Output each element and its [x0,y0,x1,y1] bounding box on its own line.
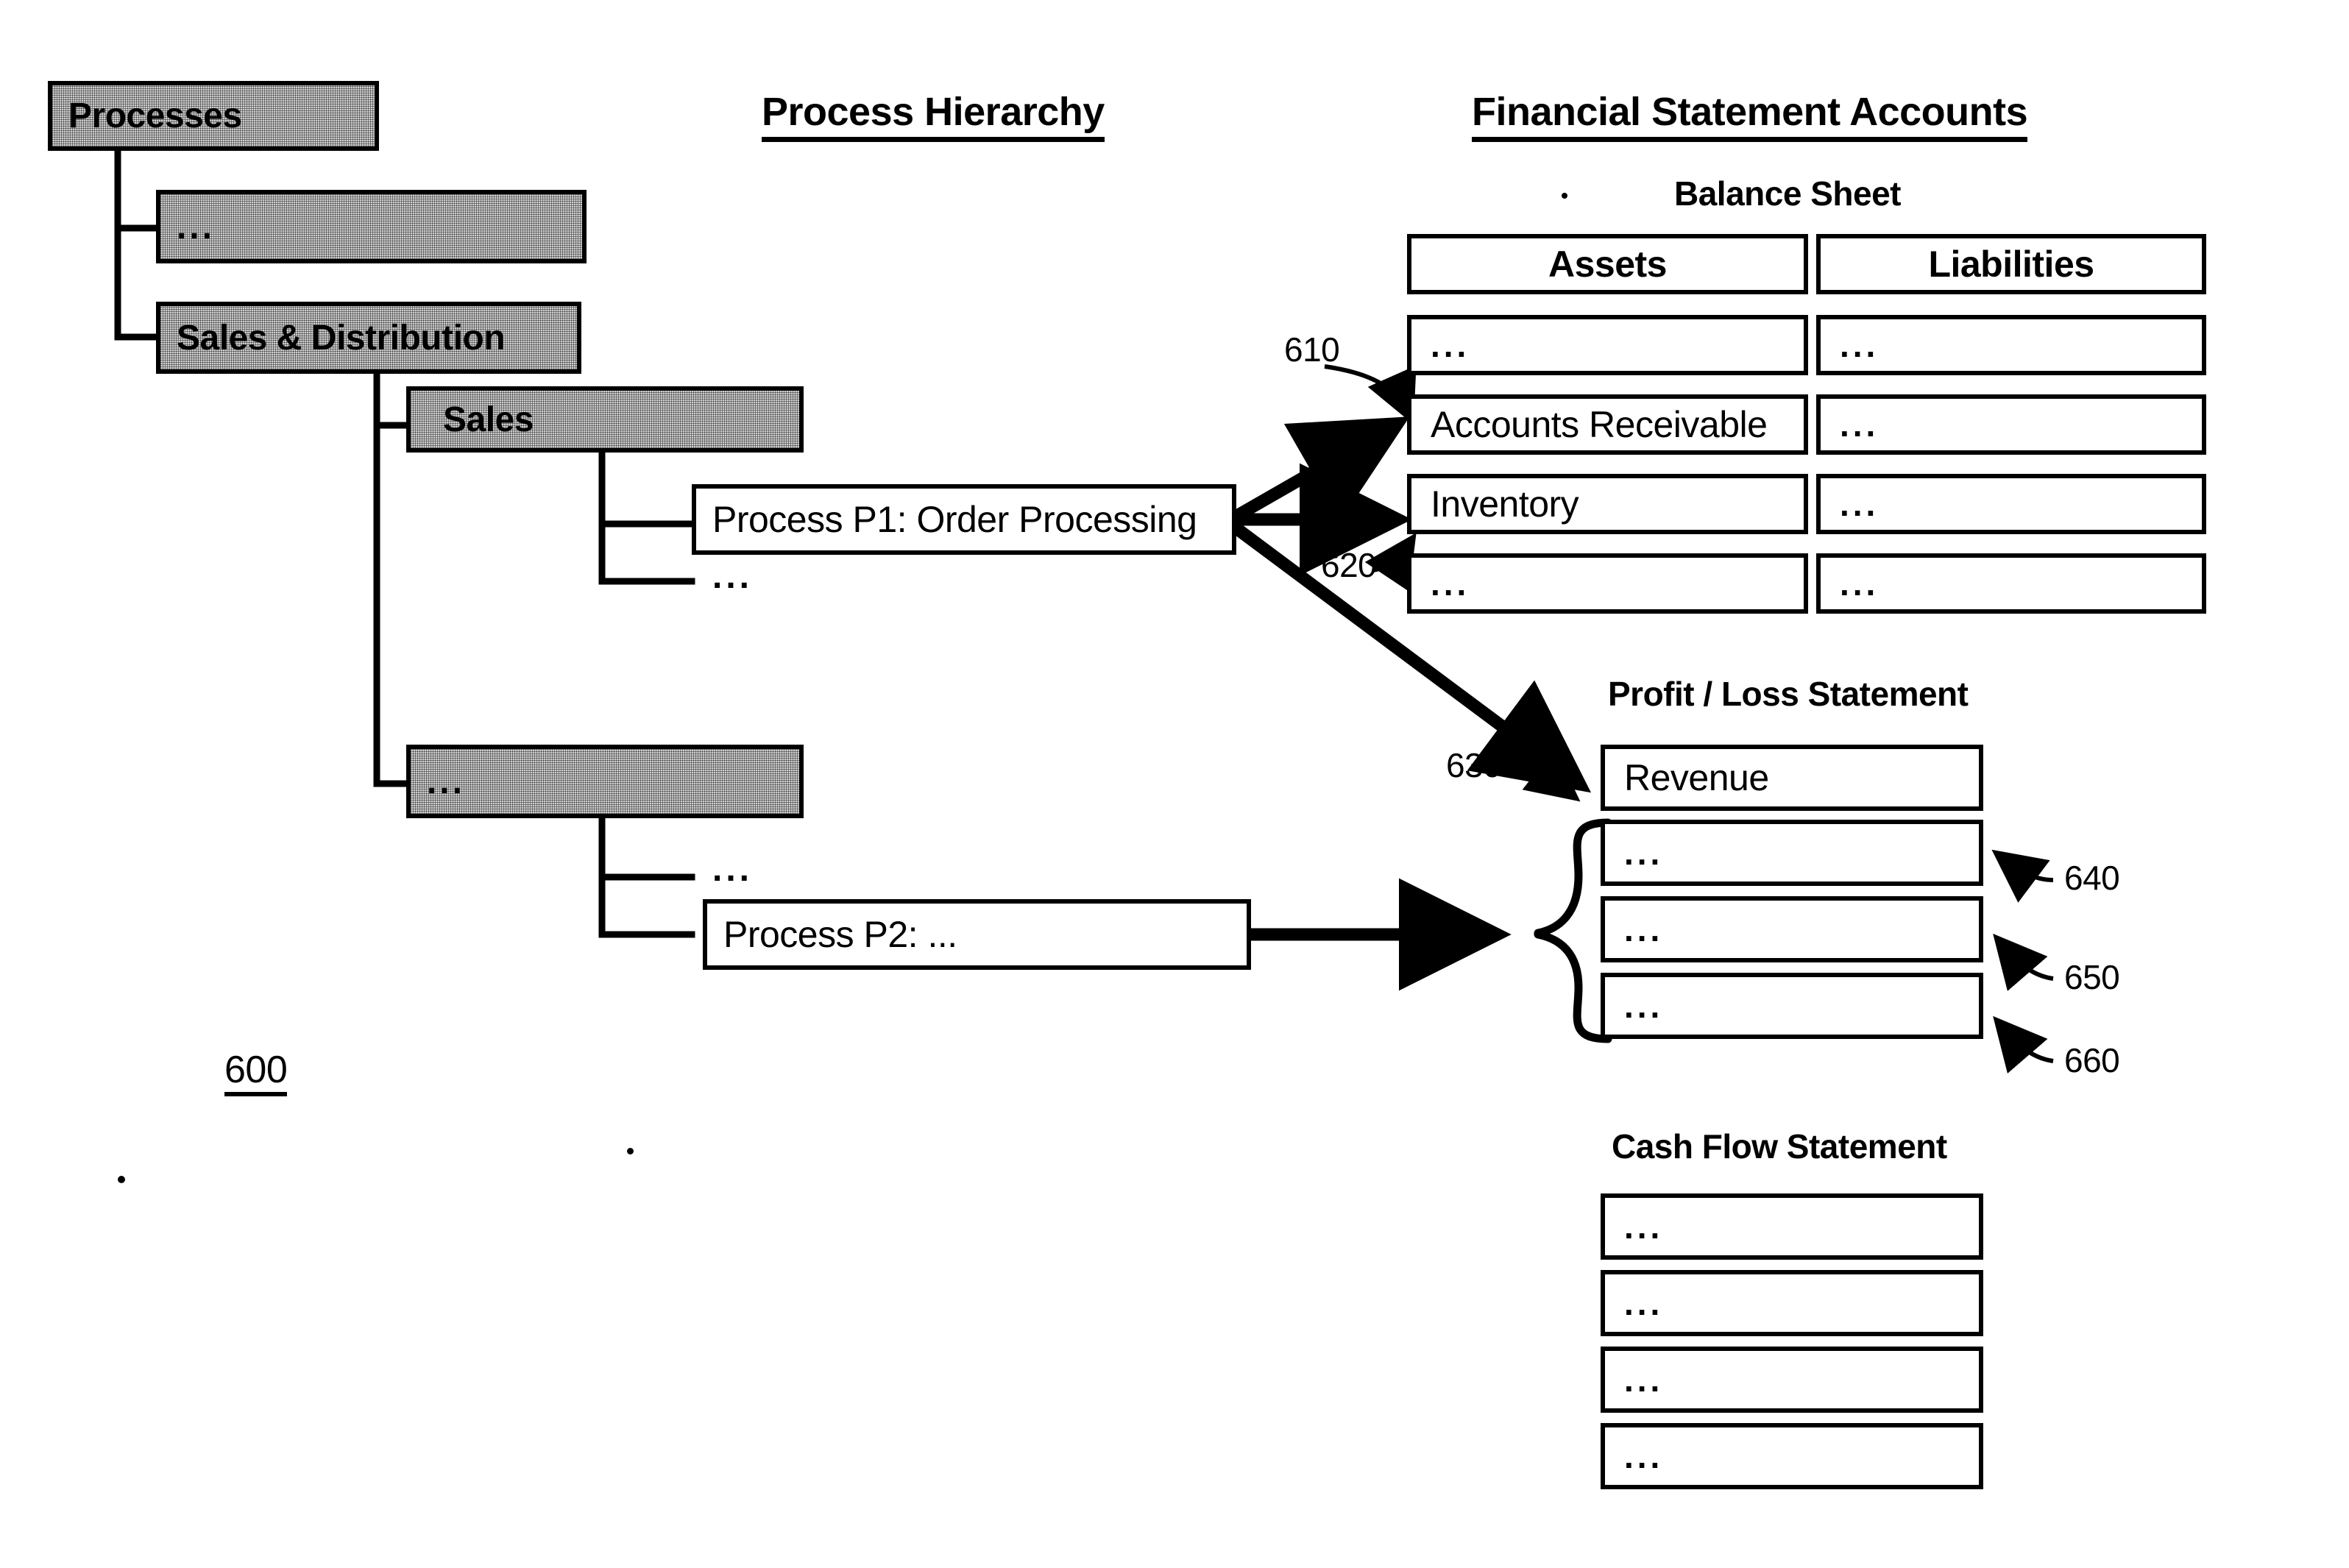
cash-flow-row-3-label: ... [1624,1437,1664,1475]
profit-loss-row-2-label: ... [1624,910,1664,948]
balance-sheet-liabilities-header-label: Liabilities [1928,244,2094,285]
balance-sheet-liabilities-header: Liabilities [1816,234,2206,294]
balance-sheet-assets-row-0[interactable]: ... [1407,315,1808,375]
figure-canvas: Process Hierarchy Financial Statement Ac… [0,0,2349,1568]
figure-number: 600 [224,1051,288,1096]
tree-node-process-p1-label: Process P1: Order Processing [712,499,1197,540]
reference-numeral-630: 630 [1446,746,1502,784]
profit-loss-row-revenue-label: Revenue [1624,757,1769,798]
reference-numeral-610: 610 [1284,330,1340,369]
reference-numeral-620: 620 [1321,546,1377,584]
pl-group-brace [1534,818,1612,1043]
scan-speck [118,1176,125,1183]
cash-flow-row-3[interactable]: ... [1601,1423,1983,1489]
cash-flow-row-1-label: ... [1624,1284,1664,1322]
balance-sheet-liabilities-row-3[interactable]: ... [1816,553,2206,614]
tree-node-sales-distribution[interactable]: Sales & Distribution [156,302,581,374]
reference-numeral-640: 640 [2064,859,2120,897]
tree-node-sales-sibling-ellipsis-label: ... [427,762,466,801]
balance-sheet-assets-row-0-label: ... [1431,326,1470,364]
scan-speck [627,1148,634,1154]
scan-speck [1562,193,1567,199]
balance-sheet-liabilities-row-0-label: ... [1840,326,1879,364]
cash-flow-row-2[interactable]: ... [1601,1347,1983,1413]
tree-ellipsis-under-p1: ... [712,557,754,596]
tree-node-process-p1[interactable]: Process P1: Order Processing [692,484,1236,555]
balance-sheet-assets-row-2[interactable]: Inventory [1407,474,1808,534]
tree-node-process-p2[interactable]: Process P2: ... [703,899,1251,970]
reference-numeral-660: 660 [2064,1041,2120,1079]
balance-sheet-liabilities-row-0[interactable]: ... [1816,315,2206,375]
balance-sheet-liabilities-row-2-label: ... [1840,485,1879,523]
cash-flow-row-0[interactable]: ... [1601,1193,1983,1260]
balance-sheet-liabilities-row-1[interactable]: ... [1816,394,2206,455]
tree-node-sales-label: Sales [443,400,534,439]
tree-ellipsis-above-p2: ... [712,850,754,889]
balance-sheet-assets-row-1-label: Accounts Receivable [1431,404,1768,445]
cash-flow-row-2-label: ... [1624,1361,1664,1399]
reference-numeral-650: 650 [2064,958,2120,996]
tree-node-processes[interactable]: Processes [48,81,379,151]
cash-flow-row-0-label: ... [1624,1207,1664,1246]
tree-node-sales[interactable]: Sales [406,386,804,453]
tree-node-processes-ellipsis[interactable]: ... [156,190,587,263]
balance-sheet-liabilities-row-2[interactable]: ... [1816,474,2206,534]
profit-loss-row-3-label: ... [1624,987,1664,1025]
balance-sheet-assets-row-3-label: ... [1431,564,1470,603]
balance-sheet-assets-row-3[interactable]: ... [1407,553,1808,614]
profit-loss-row-2[interactable]: ... [1601,896,1983,962]
profit-loss-statement-heading: Profit / Loss Statement [1608,675,1969,713]
cash-flow-row-1[interactable]: ... [1601,1270,1983,1336]
balance-sheet-assets-header: Assets [1407,234,1808,294]
tree-node-processes-ellipsis-label: ... [177,207,216,246]
balance-sheet-assets-row-1[interactable]: Accounts Receivable [1407,394,1808,455]
balance-sheet-heading: Balance Sheet [1674,174,1901,213]
tree-node-process-p2-label: Process P2: ... [723,914,957,955]
process-hierarchy-heading: Process Hierarchy [762,92,1105,142]
tree-node-sales-sibling-ellipsis[interactable]: ... [406,745,804,818]
tree-node-sales-distribution-label: Sales & Distribution [177,318,506,358]
profit-loss-row-revenue[interactable]: Revenue [1601,745,1983,811]
profit-loss-row-1[interactable]: ... [1601,820,1983,886]
profit-loss-row-3[interactable]: ... [1601,973,1983,1039]
balance-sheet-assets-header-label: Assets [1548,244,1668,285]
cash-flow-statement-heading: Cash Flow Statement [1612,1127,1947,1166]
balance-sheet-liabilities-row-1-label: ... [1840,405,1879,444]
financial-statement-accounts-heading: Financial Statement Accounts [1472,92,2028,142]
profit-loss-row-1-label: ... [1624,834,1664,872]
balance-sheet-liabilities-row-3-label: ... [1840,564,1879,603]
balance-sheet-assets-row-2-label: Inventory [1431,483,1579,525]
tree-node-processes-label: Processes [68,96,242,135]
